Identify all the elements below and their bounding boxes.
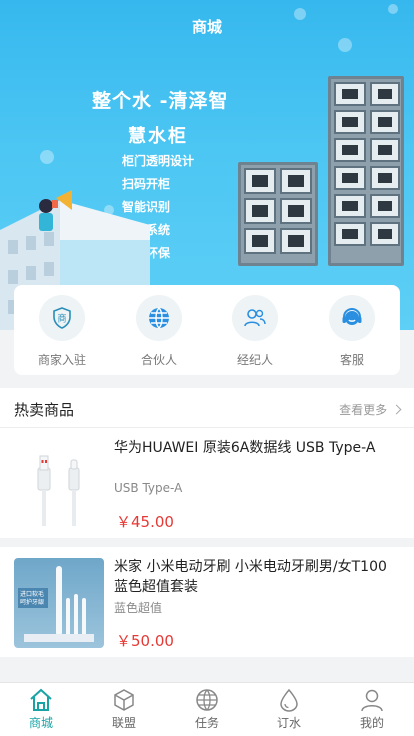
product-subtitle: 蓝色超值 (114, 601, 163, 615)
product-card[interactable]: 华为HUAWEI 原装6A数据线 USB Type-A USB Type-A ￥… (0, 428, 414, 538)
usb-cable-image (14, 440, 104, 530)
tab-label: 任务 (194, 716, 219, 730)
quick-entry-label: 合伙人 (140, 353, 177, 367)
product-card[interactable]: 进口软毛 呵护牙龈 米家 小米电动牙刷 小米电动牙刷男/女T100蓝色超值套装 … (0, 547, 414, 657)
toothbrush-image: 进口软毛 呵护牙龈 (14, 558, 104, 648)
product-subtitle: USB Type-A (114, 481, 183, 495)
product-name: 华为HUAWEI 原装6A数据线 USB Type-A (114, 440, 376, 456)
svg-text:商: 商 (57, 313, 66, 325)
quick-entry-card: 商 商家入驻 合伙人 经纪人 客服 (14, 285, 400, 375)
see-more-link[interactable]: 查看更多 (339, 401, 402, 418)
banner-product-name: 慧水柜 (128, 126, 188, 147)
bubble-decoration (338, 38, 352, 52)
tab-label: 我的 (359, 716, 384, 730)
tab-label: 联盟 (111, 716, 136, 730)
tab-label: 订水 (276, 716, 301, 730)
product-name: 米家 小米电动牙刷 小米电动牙刷男/女T100蓝色超值套装 (114, 559, 387, 595)
quick-entry-agent[interactable]: 经纪人 (220, 295, 290, 368)
quick-entry-merchant[interactable]: 商 商家入驻 (27, 295, 97, 368)
bottom-tab-bar: 商城 联盟 任务 订水 我的 (0, 682, 414, 736)
water-drop-icon (280, 688, 298, 712)
page-title: 商城 (191, 18, 222, 36)
hero-banner[interactable]: 商城 整个水 -清泽智 慧水柜 柜门透明设计 扫码开柜 智能识别 报警系统 节能… (0, 0, 414, 330)
bubble-decoration (40, 150, 54, 164)
section-title: 热卖商品 (14, 401, 75, 419)
tab-alliance[interactable]: 联盟 (94, 687, 154, 731)
quick-entry-label: 商家入驻 (37, 353, 86, 367)
quick-entry-label: 客服 (339, 353, 364, 367)
user-icon (361, 689, 383, 712)
cube-icon (114, 689, 134, 711)
product-price: ￥45.00 (116, 513, 174, 531)
home-icon (30, 688, 52, 711)
tab-order-water[interactable]: 订水 (259, 687, 319, 731)
see-more-label: 查看更多 (339, 403, 388, 417)
hot-goods-header: 热卖商品 查看更多 (0, 388, 414, 428)
tab-task[interactable]: 任务 (177, 687, 237, 731)
bubble-decoration (388, 4, 398, 14)
globe-icon (136, 295, 182, 341)
product-price: ￥50.00 (116, 632, 174, 650)
globe-icon (196, 689, 218, 711)
people-icon (232, 295, 278, 341)
water-locker-illustration (238, 76, 404, 266)
shop-shield-icon: 商 (39, 295, 85, 341)
svg-text:进口软毛: 进口软毛 (20, 590, 44, 598)
tab-label: 商城 (28, 716, 53, 730)
quick-entry-service[interactable]: 客服 (317, 295, 387, 368)
svg-text:呵护牙龈: 呵护牙龈 (20, 598, 44, 606)
chevron-right-icon (391, 404, 402, 415)
tab-mine[interactable]: 我的 (342, 687, 402, 731)
quick-entry-label: 经纪人 (236, 353, 273, 367)
banner-headline: 整个水 -清泽智 (92, 90, 229, 112)
quick-entry-partner[interactable]: 合伙人 (124, 295, 194, 368)
headset-icon (329, 295, 375, 341)
tab-mall[interactable]: 商城 (11, 687, 71, 731)
